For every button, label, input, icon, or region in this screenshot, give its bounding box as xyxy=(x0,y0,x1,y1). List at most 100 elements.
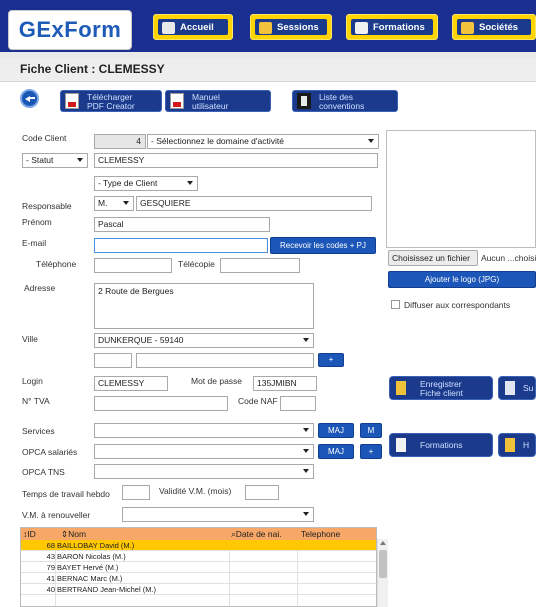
chevron-down-icon xyxy=(77,158,83,162)
domaine-activite-select[interactable]: - Sélectionnez le domaine d'activité xyxy=(147,134,379,149)
responsable-label: Responsable xyxy=(22,201,72,211)
table-row[interactable]: 43 BARON Nicolas (M.) xyxy=(21,551,376,562)
services-m-button[interactable]: M xyxy=(360,423,382,438)
code-postal-field[interactable] xyxy=(94,353,132,368)
nav-accueil-label: Accueil xyxy=(180,22,214,33)
temps-travail-field[interactable] xyxy=(122,485,150,500)
history-icon xyxy=(505,438,515,452)
employees-table: ↕ID ⇕Nom ⌕Date de nai. Telephone 68 BAIL… xyxy=(20,527,377,607)
opca-maj-button[interactable]: MAJ xyxy=(318,444,354,459)
email-field[interactable] xyxy=(94,238,268,253)
naf-field[interactable] xyxy=(280,396,316,411)
adresse-label: Adresse xyxy=(24,283,56,293)
diffuser-label: Diffuser aux correspondants xyxy=(404,300,511,310)
validite-vm-field[interactable] xyxy=(245,485,279,500)
row-name: BARON Nicolas (M.) xyxy=(57,552,126,561)
pdf-label-line2: PDF Creator xyxy=(87,101,135,111)
ville-nouvelle-field[interactable] xyxy=(136,353,314,368)
chevron-down-icon xyxy=(303,428,309,432)
opca-salaries-label: OPCA salariés xyxy=(22,447,78,457)
historique-button[interactable]: H xyxy=(498,433,536,457)
telephone-field[interactable] xyxy=(94,258,172,273)
chevron-down-icon xyxy=(303,338,309,342)
responsable-nom-field[interactable]: GESQUIERE xyxy=(136,196,372,211)
manual-button[interactable]: Manuel utilisateur xyxy=(165,90,271,112)
civilite-select[interactable]: M. xyxy=(94,196,134,211)
add-ville-button[interactable]: + xyxy=(318,353,344,367)
row-name: BAYET Hervé (M.) xyxy=(57,563,119,572)
formations-icon xyxy=(355,22,368,34)
nav-societes-button[interactable]: Sociétés xyxy=(452,14,536,40)
nav-societes-label: Sociétés xyxy=(479,22,519,33)
opca-salaries-select[interactable] xyxy=(94,444,314,459)
services-select[interactable] xyxy=(94,423,314,438)
tva-field[interactable] xyxy=(94,396,228,411)
row-name: BAILLOBAY David (M.) xyxy=(57,541,135,550)
enregistrer-button[interactable]: Enregistrer Fiche client xyxy=(389,376,493,400)
column-nom-header[interactable]: ⇕Nom xyxy=(61,528,86,540)
row-id: 43 xyxy=(46,552,55,561)
supprimer-label: Su xyxy=(523,383,534,393)
vm-renouveller-select[interactable] xyxy=(122,507,314,522)
diffuser-checkbox[interactable] xyxy=(391,300,400,309)
prenom-label: Prénom xyxy=(22,217,52,227)
nav-formations-button[interactable]: Formations xyxy=(346,14,438,40)
company-name-field[interactable]: CLEMESSY xyxy=(94,153,378,168)
ville-select[interactable]: DUNKERQUE - 59140 xyxy=(94,333,314,348)
domaine-activite-value: - Sélectionnez le domaine d'activité xyxy=(151,136,284,146)
pdf-creator-button[interactable]: Télécharger PDF Creator xyxy=(60,90,162,112)
nav-formations-label: Formations xyxy=(373,22,425,33)
historique-label: H xyxy=(523,440,530,450)
statut-select[interactable]: - Statut xyxy=(22,153,88,168)
societes-icon xyxy=(461,22,474,34)
services-maj-button[interactable]: MAJ xyxy=(318,423,354,438)
type-client-select[interactable]: - Type de Client xyxy=(94,176,198,191)
vm-renouveller-label: V.M. à renouveller xyxy=(22,510,91,520)
prenom-field[interactable]: Pascal xyxy=(94,217,270,232)
gexform-logo[interactable]: GExForm xyxy=(8,10,132,50)
column-telephone-header[interactable]: Telephone xyxy=(301,528,340,540)
opca-tns-label: OPCA TNS xyxy=(22,467,65,477)
conventions-label-line2: conventions xyxy=(319,101,365,111)
statut-value: - Statut xyxy=(26,155,54,165)
choose-file-button[interactable]: Choisissez un fichier xyxy=(388,250,478,266)
table-row[interactable]: 40 BERTRAND Jean-Michel (M.) xyxy=(21,584,376,595)
telecopie-field[interactable] xyxy=(220,258,300,273)
no-file-label: Aucun ...choisi xyxy=(481,253,536,263)
code-client-field: 4 xyxy=(94,134,146,149)
conventions-list-button[interactable]: Liste des conventions xyxy=(292,90,398,112)
formations-side-button[interactable]: Formations xyxy=(389,433,493,457)
table-scrollbar-track[interactable] xyxy=(377,539,388,607)
table-row[interactable]: 41 BERNAC Marc (M.) xyxy=(21,573,376,584)
table-row[interactable]: 79 BAYET Hervé (M.) xyxy=(21,562,376,573)
chevron-down-icon xyxy=(303,469,309,473)
scroll-up-icon[interactable] xyxy=(380,541,386,545)
tva-label: N° TVA xyxy=(22,396,50,406)
opca-tns-select[interactable] xyxy=(94,464,314,479)
nav-sessions-button[interactable]: Sessions xyxy=(250,14,332,40)
row-id: 68 xyxy=(46,541,55,550)
telecopie-label: Télécopie xyxy=(178,259,215,269)
mot-de-passe-label: Mot de passe xyxy=(191,376,243,386)
chevron-down-icon xyxy=(123,201,129,205)
scrollbar-thumb[interactable] xyxy=(379,550,387,578)
column-date-header[interactable]: ⌕Date de nai. xyxy=(231,528,282,540)
naf-label: Code NAF xyxy=(238,396,278,406)
supprimer-button[interactable]: Su xyxy=(498,376,536,400)
table-row-selected[interactable]: 68 BAILLOBAY David (M.) xyxy=(21,540,376,551)
book-icon xyxy=(297,93,311,109)
type-client-value: - Type de Client xyxy=(98,178,158,188)
row-name: BERNAC Marc (M.) xyxy=(57,574,123,583)
formations-side-label: Formations xyxy=(420,440,463,450)
adresse-textarea[interactable]: 2 Route de Bergues xyxy=(94,283,314,329)
opca-add-button[interactable]: + xyxy=(360,444,382,459)
add-logo-button[interactable]: Ajouter le logo (JPG) xyxy=(388,271,536,288)
column-id-header[interactable]: ↕ID xyxy=(23,528,36,540)
login-field[interactable]: CLEMESSY xyxy=(94,376,168,391)
validite-vm-label: Validité V.M. (mois) xyxy=(159,486,232,496)
recevoir-codes-button[interactable]: Recevoir les codes + PJ xyxy=(270,237,376,254)
chevron-down-icon xyxy=(303,449,309,453)
back-arrow-button[interactable] xyxy=(20,89,39,108)
nav-accueil-button[interactable]: Accueil xyxy=(153,14,233,40)
mot-de-passe-field[interactable]: 135JMIBN xyxy=(253,376,317,391)
